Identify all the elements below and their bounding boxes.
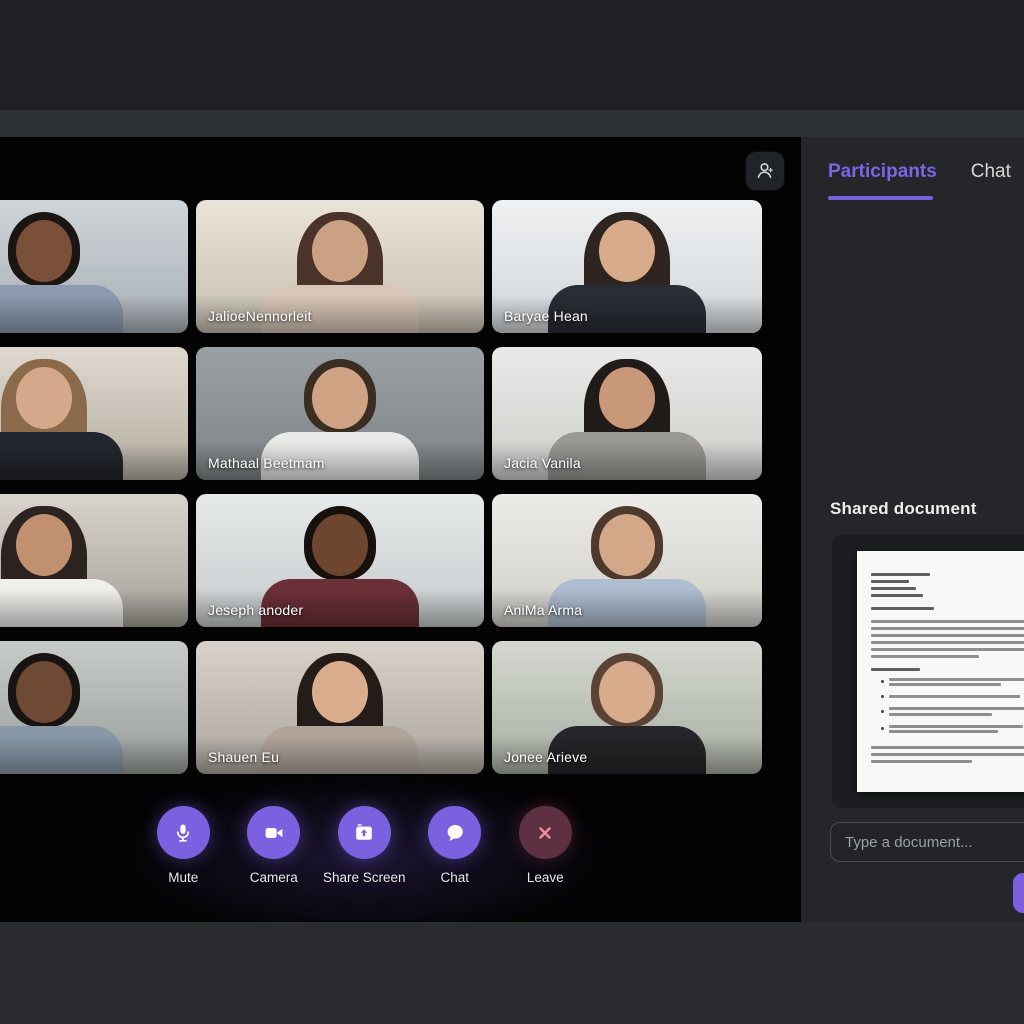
close-x-icon bbox=[533, 821, 557, 845]
person-add-icon bbox=[754, 160, 776, 182]
participant-name: Shauen Eu bbox=[208, 749, 279, 765]
share-screen-button[interactable]: Share Screen bbox=[319, 806, 410, 885]
video-tile[interactable]: JalioeNennorleit bbox=[196, 200, 484, 333]
video-tile[interactable]: Jeseph anoder bbox=[196, 494, 484, 627]
video-tile[interactable]: Jacia Vanila bbox=[492, 347, 762, 480]
sidebar-tabs: Participants Chat bbox=[828, 161, 1011, 183]
chat-label: Chat bbox=[440, 870, 469, 885]
camera-button[interactable]: Camera bbox=[229, 806, 320, 885]
send-button[interactable] bbox=[1013, 873, 1024, 913]
background-mid-band bbox=[0, 110, 1024, 137]
video-camera-icon bbox=[262, 821, 286, 845]
document-thumbnail bbox=[857, 551, 1024, 792]
tab-participants[interactable]: Participants bbox=[828, 161, 937, 183]
share-screen-label: Share Screen bbox=[323, 870, 406, 885]
active-tab-underline bbox=[828, 196, 933, 200]
participant-name: Jeseph anoder bbox=[208, 602, 303, 618]
camera-label: Camera bbox=[250, 870, 298, 885]
leave-label: Leave bbox=[527, 870, 564, 885]
mute-label: Mute bbox=[168, 870, 198, 885]
meeting-window: JalioeNennorleit Baryae Hean urove Matha… bbox=[0, 137, 801, 922]
shared-document-heading: Shared document bbox=[830, 499, 977, 519]
video-tile[interactable] bbox=[0, 200, 188, 333]
participant-name: Jacia Vanila bbox=[504, 455, 581, 471]
participant-name: JalioeNennorleit bbox=[208, 308, 312, 324]
document-input[interactable] bbox=[830, 822, 1024, 862]
video-tile[interactable]: Jonee Arieve bbox=[492, 641, 762, 774]
chat-bubble-icon bbox=[443, 821, 467, 845]
participant-name: AniMa Arma bbox=[504, 602, 582, 618]
participant-name: Baryae Hean bbox=[504, 308, 588, 324]
leave-button[interactable]: Leave bbox=[500, 806, 591, 885]
video-tile[interactable]: Shauen Eu bbox=[196, 641, 484, 774]
tab-chat[interactable]: Chat bbox=[971, 161, 1011, 183]
sidebar: Participants Chat Shared document bbox=[801, 137, 1024, 922]
screen-share-icon bbox=[352, 821, 376, 845]
video-tile[interactable]: suttl bbox=[0, 641, 188, 774]
mute-button[interactable]: Mute bbox=[138, 806, 229, 885]
video-tile[interactable]: urove bbox=[0, 347, 188, 480]
participant-name: Jonee Arieve bbox=[504, 749, 587, 765]
video-tile[interactable]: AniMa Arma bbox=[492, 494, 762, 627]
video-tile[interactable]: Mathaal Beetmam bbox=[196, 347, 484, 480]
participant-name: Mathaal Beetmam bbox=[208, 455, 325, 471]
microphone-icon bbox=[171, 821, 195, 845]
call-toolbar: Mute Camera bbox=[138, 806, 591, 885]
video-grid: JalioeNennorleit Baryae Hean urove Matha… bbox=[0, 200, 766, 774]
video-tile[interactable]: a bbox=[0, 494, 188, 627]
chat-button[interactable]: Chat bbox=[410, 806, 501, 885]
add-participant-button[interactable] bbox=[746, 152, 784, 190]
video-tile[interactable]: Baryae Hean bbox=[492, 200, 762, 333]
background-top-band bbox=[0, 0, 1024, 110]
shared-document-card[interactable] bbox=[832, 535, 1024, 808]
